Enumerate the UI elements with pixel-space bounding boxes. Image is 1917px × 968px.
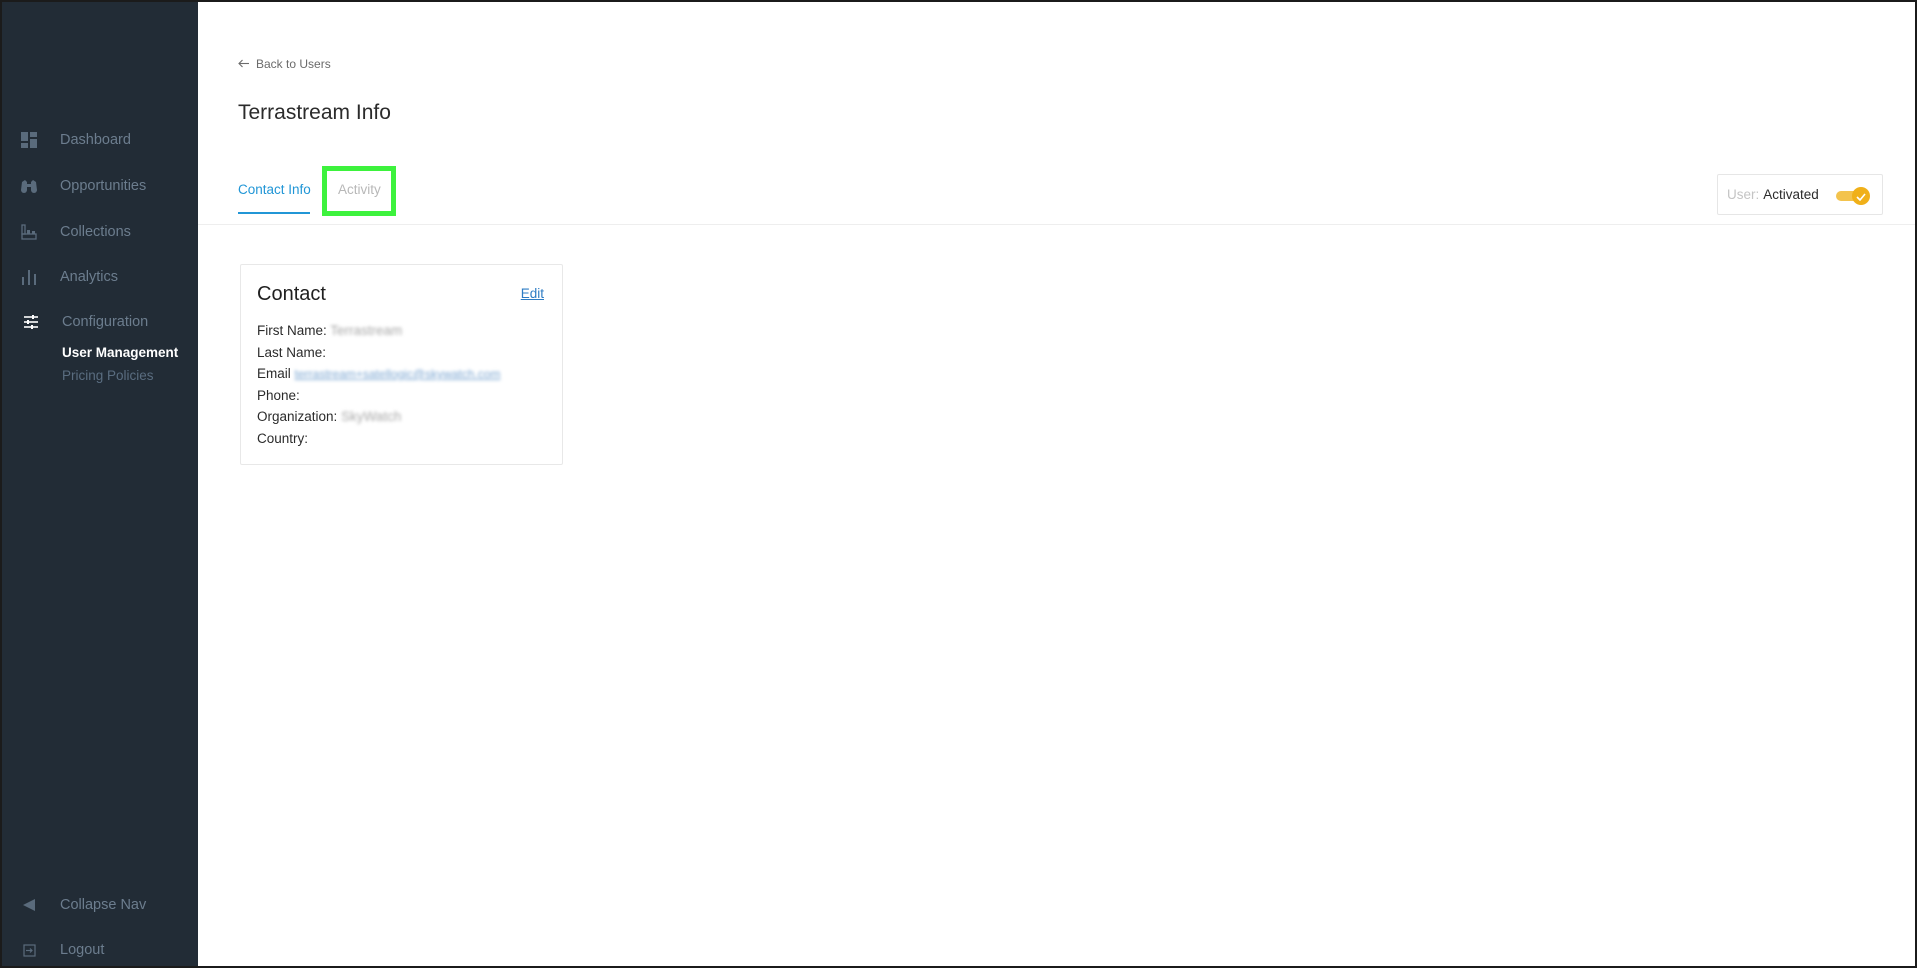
- logout-button[interactable]: Logout: [2, 933, 198, 966]
- sidebar: Dashboard Opportunities Collections Anal…: [2, 2, 198, 966]
- back-to-users-link[interactable]: Back to Users: [238, 57, 331, 71]
- binoculars-icon: [20, 177, 38, 195]
- dashboard-icon: [20, 131, 38, 149]
- sidebar-item-opportunities[interactable]: Opportunities: [2, 169, 198, 203]
- sidebar-item-label: Dashboard: [60, 132, 131, 148]
- field-first-name: First Name: Terrastream: [257, 323, 402, 338]
- tab-contact-info[interactable]: Contact Info: [238, 182, 311, 197]
- field-label: Country:: [257, 431, 309, 446]
- sidebar-item-label: Collections: [60, 224, 131, 240]
- field-label: First Name:: [257, 323, 327, 338]
- contact-card: Contact Edit First Name: Terrastream Las…: [240, 264, 563, 465]
- collapse-nav-label: Collapse Nav: [60, 897, 147, 913]
- email-link[interactable]: terrastream+satellogic@skywatch.com: [295, 367, 501, 381]
- logout-icon: [20, 941, 38, 959]
- toggle-knob: [1852, 187, 1870, 205]
- sidebar-subitem-pricing-policies[interactable]: Pricing Policies: [62, 368, 154, 383]
- field-label: Organization:: [257, 409, 338, 424]
- sliders-icon: [22, 313, 40, 331]
- field-last-name: Last Name:: [257, 345, 326, 360]
- sidebar-item-configuration[interactable]: Configuration: [2, 305, 198, 339]
- check-icon: [1856, 189, 1866, 204]
- field-label: Email: [257, 366, 291, 381]
- collapse-nav-button[interactable]: Collapse Nav: [2, 888, 198, 922]
- contact-card-title: Contact: [257, 283, 326, 305]
- field-label: Last Name:: [257, 345, 327, 360]
- status-value: Activated: [1763, 187, 1819, 202]
- triangle-left-icon: [20, 896, 38, 914]
- field-email: Email terrastream+satellogic@skywatch.co…: [257, 366, 500, 381]
- field-country: Country:: [257, 431, 308, 446]
- sidebar-item-label: Opportunities: [60, 178, 147, 194]
- back-link-label: Back to Users: [256, 57, 331, 71]
- sidebar-item-dashboard[interactable]: Dashboard: [2, 123, 198, 157]
- main-content: Back to Users Terrastream Info Contact I…: [198, 2, 1915, 966]
- sidebar-item-collections[interactable]: Collections: [2, 215, 198, 249]
- user-activation-toggle[interactable]: [1836, 187, 1870, 205]
- field-value: SkyWatch: [341, 409, 402, 424]
- tabs-divider: [198, 224, 1915, 225]
- sidebar-item-label: Configuration: [62, 314, 149, 330]
- field-label: Phone:: [257, 388, 300, 403]
- field-organization: Organization: SkyWatch: [257, 409, 401, 424]
- active-tab-indicator: [238, 212, 310, 214]
- sidebar-subitem-user-management[interactable]: User Management: [62, 345, 178, 360]
- page-title: Terrastream Info: [238, 101, 391, 124]
- field-phone: Phone:: [257, 388, 300, 403]
- collections-icon: [20, 223, 38, 241]
- edit-contact-link[interactable]: Edit: [521, 286, 544, 301]
- app-window: Dashboard Opportunities Collections Anal…: [2, 2, 1915, 966]
- field-value: Terrastream: [330, 323, 403, 338]
- activity-tab-highlight: [322, 166, 396, 216]
- arrow-left-icon: [238, 57, 250, 71]
- logout-label: Logout: [60, 942, 105, 958]
- sidebar-item-analytics[interactable]: Analytics: [2, 260, 198, 294]
- sidebar-item-label: Analytics: [60, 269, 119, 285]
- user-status-box: User: Activated: [1717, 174, 1883, 215]
- status-prefix: User:: [1727, 187, 1760, 202]
- bar-chart-icon: [20, 268, 38, 286]
